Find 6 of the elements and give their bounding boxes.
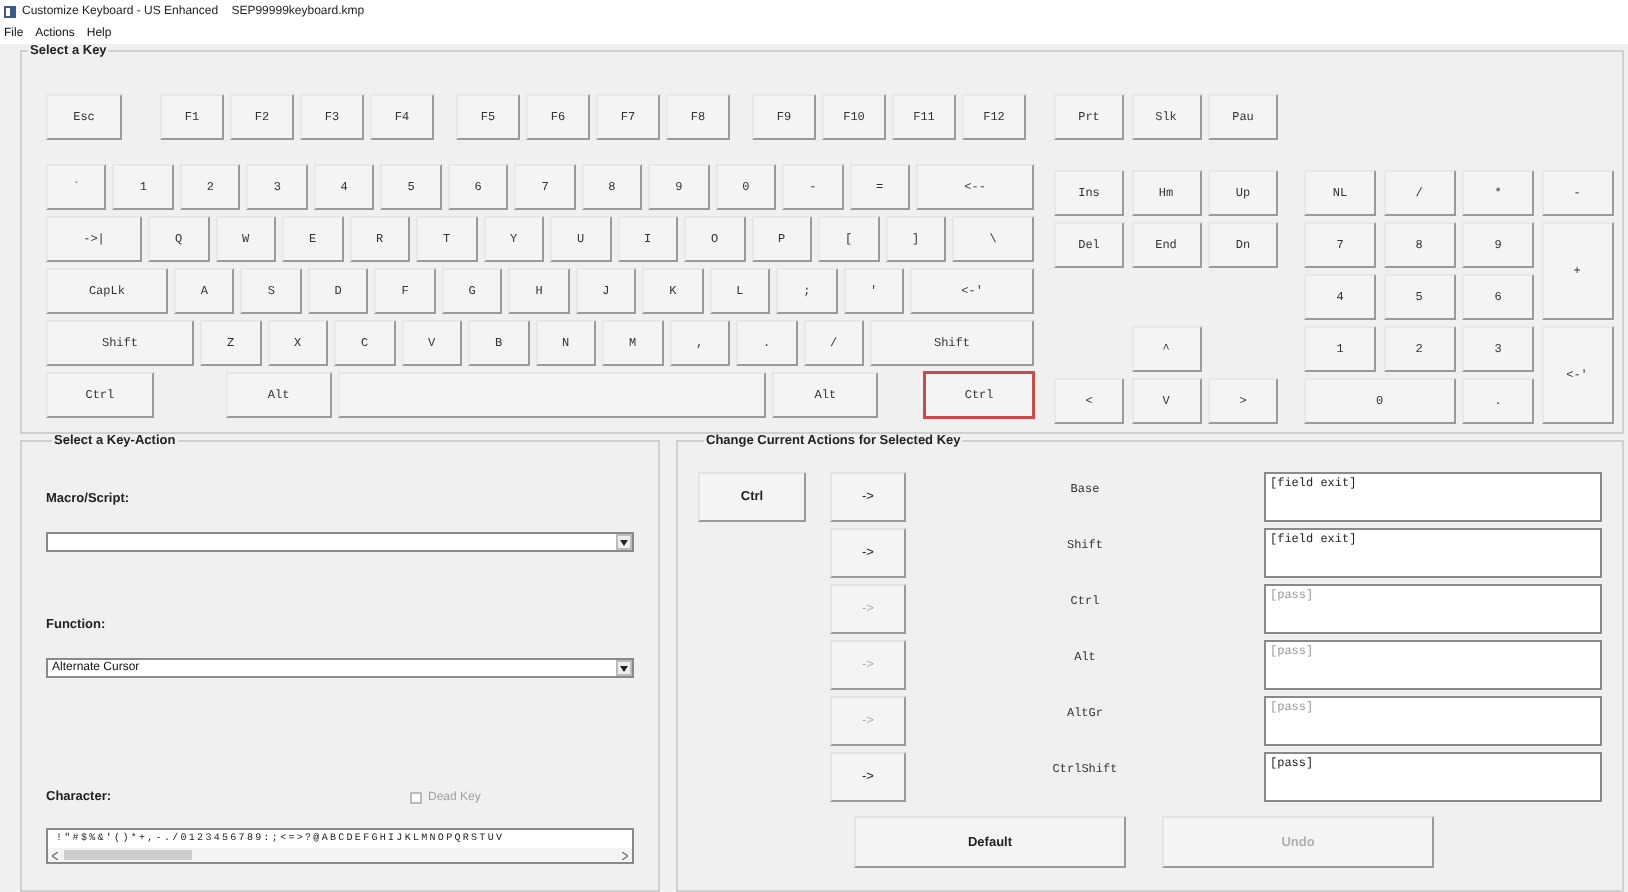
key[interactable] — [337, 372, 767, 418]
dropdown-icon[interactable] — [616, 660, 632, 676]
dropdown-icon[interactable] — [616, 534, 632, 550]
scroll-right-icon[interactable] — [622, 851, 628, 859]
horizontal-scrollbar[interactable] — [48, 848, 632, 862]
scroll-left-icon[interactable] — [52, 851, 58, 859]
